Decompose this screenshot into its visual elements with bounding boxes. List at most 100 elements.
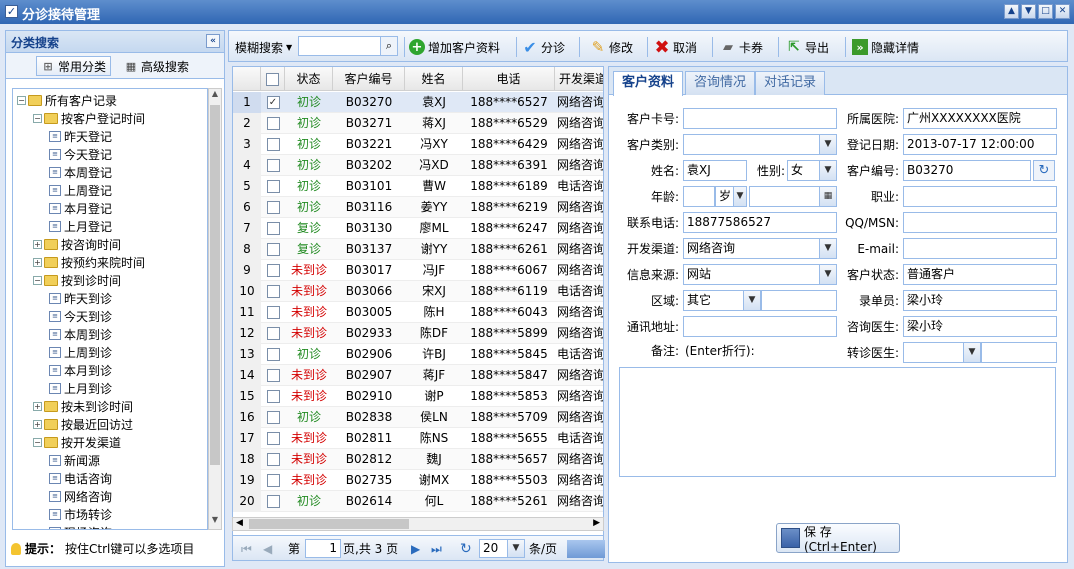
row-checkbox[interactable] bbox=[261, 449, 285, 470]
card-field[interactable] bbox=[683, 108, 837, 129]
row-checkbox[interactable] bbox=[261, 113, 285, 134]
row-checkbox[interactable] bbox=[261, 407, 285, 428]
save-button[interactable]: 保 存(Ctrl+Enter) bbox=[776, 523, 900, 554]
row-checkbox[interactable] bbox=[261, 197, 285, 218]
tree-leaf[interactable]: ≡ 上周登记 bbox=[49, 181, 112, 199]
page-size-select[interactable]: 20 ▼ bbox=[479, 539, 525, 558]
tree-leaf[interactable]: ≡ 上月登记 bbox=[49, 217, 112, 235]
row-checkbox[interactable] bbox=[261, 239, 285, 260]
remark-textarea[interactable] bbox=[619, 367, 1056, 477]
row-checkbox[interactable] bbox=[261, 260, 285, 281]
row-checkbox[interactable] bbox=[261, 386, 285, 407]
scroll-right-icon[interactable]: ▶ bbox=[593, 518, 600, 528]
refresh-icon[interactable]: ↻ bbox=[460, 540, 472, 558]
region-select[interactable]: 其它 ▼ bbox=[683, 290, 761, 311]
tree-folder[interactable]: + 按咨询时间 bbox=[33, 235, 121, 253]
table-row[interactable]: 13 初诊 B02906 许BJ 188****5845 电话咨询 bbox=[233, 344, 603, 365]
edit-button[interactable]: ✎ 修改 bbox=[590, 37, 633, 57]
last-page-icon[interactable]: ⏭ bbox=[431, 540, 442, 558]
hospital-field[interactable]: 广州XXXXXXXX医院 bbox=[903, 108, 1057, 129]
cancel-button[interactable]: ✖ 取消 bbox=[654, 37, 697, 58]
expand-icon[interactable]: + bbox=[33, 239, 42, 249]
customer-number-field[interactable]: B03270 bbox=[903, 160, 1031, 181]
row-checkbox[interactable] bbox=[261, 134, 285, 155]
chevron-down-icon[interactable]: ▼ bbox=[819, 239, 836, 258]
table-row[interactable]: 16 初诊 B02838 侯LN 188****5709 网络咨询 bbox=[233, 407, 603, 428]
chevron-down-icon[interactable]: ▼ bbox=[963, 343, 980, 362]
tree-leaf[interactable]: ≡ 本周登记 bbox=[49, 163, 112, 181]
row-checkbox[interactable] bbox=[261, 470, 285, 491]
tree-leaf[interactable]: ≡ 上月到诊 bbox=[49, 379, 112, 397]
table-row[interactable]: 14 未到诊 B02907 蒋JF 188****5847 网络咨询 bbox=[233, 365, 603, 386]
collapse-panel-button[interactable]: « bbox=[206, 34, 220, 48]
next-page-icon[interactable]: ▶ bbox=[411, 540, 420, 558]
expand-icon[interactable]: + bbox=[33, 401, 42, 411]
tree-leaf[interactable]: ≡ 昨天到诊 bbox=[49, 289, 112, 307]
table-row[interactable]: 15 未到诊 B02910 谢P 188****5853 网络咨询 bbox=[233, 386, 603, 407]
tab-advanced-search[interactable]: ▦ 高级搜索 bbox=[120, 56, 193, 76]
qq-field[interactable] bbox=[903, 212, 1057, 233]
add-customer-button[interactable]: + 增加客户资料 bbox=[409, 37, 500, 57]
table-row[interactable]: 9 未到诊 B03017 冯JF 188****6067 网络咨询 bbox=[233, 260, 603, 281]
table-row[interactable]: 1 ✓ 初诊 B03270 袁XJ 188****6527 网络咨询 bbox=[233, 92, 603, 113]
row-checkbox[interactable] bbox=[261, 302, 285, 323]
scroll-down-icon[interactable]: ▼ bbox=[209, 515, 221, 529]
tree-leaf[interactable]: ≡ 本月登记 bbox=[49, 199, 112, 217]
coupon-button[interactable]: ▰ 卡券 bbox=[720, 37, 763, 57]
calendar-icon[interactable]: ▦ bbox=[819, 187, 836, 206]
table-row[interactable]: 17 未到诊 B02811 陈NS 188****5655 电话咨询 bbox=[233, 428, 603, 449]
table-row[interactable]: 4 初诊 B03202 冯XD 188****6391 网络咨询 bbox=[233, 155, 603, 176]
tab-chat-log[interactable]: 对话记录 bbox=[755, 71, 826, 95]
table-row[interactable]: 7 复诊 B03130 廖ML 188****6247 网络咨询 bbox=[233, 218, 603, 239]
window-up-button[interactable]: ▲ bbox=[1004, 4, 1019, 19]
tree-leaf[interactable]: ≡ 新闻源 bbox=[49, 451, 100, 469]
recorder-field[interactable]: 梁小玲 bbox=[903, 290, 1057, 311]
row-checkbox[interactable] bbox=[261, 155, 285, 176]
window-down-button[interactable]: ▼ bbox=[1021, 4, 1036, 19]
row-checkbox[interactable] bbox=[261, 218, 285, 239]
transfer-extra-field[interactable] bbox=[981, 342, 1057, 363]
col-name[interactable]: 姓名 bbox=[405, 67, 463, 91]
tree-leaf[interactable]: ≡ 昨天登记 bbox=[49, 127, 112, 145]
age-unit-select[interactable]: 岁 ▼ bbox=[715, 186, 747, 207]
tab-consult-status[interactable]: 咨询情况 bbox=[685, 71, 756, 95]
row-checkbox[interactable] bbox=[261, 281, 285, 302]
tree-leaf[interactable]: ≡ 今天登记 bbox=[49, 145, 112, 163]
row-checkbox[interactable] bbox=[261, 323, 285, 344]
table-row[interactable]: 3 初诊 B03221 冯XY 188****6429 网络咨询 bbox=[233, 134, 603, 155]
first-page-icon[interactable]: ⏮ bbox=[241, 540, 252, 558]
grid-scroll-thumb[interactable] bbox=[249, 519, 409, 529]
table-row[interactable]: 5 初诊 B03101 曹W 188****6189 电话咨询 bbox=[233, 176, 603, 197]
job-field[interactable] bbox=[903, 186, 1057, 207]
collapse-icon[interactable]: − bbox=[33, 275, 42, 285]
channel-select[interactable]: 网络咨询 ▼ bbox=[683, 238, 837, 259]
hide-details-button[interactable]: » 隐藏详情 bbox=[852, 37, 919, 57]
table-row[interactable]: 6 初诊 B03116 姜YY 188****6219 网络咨询 bbox=[233, 197, 603, 218]
birthday-field[interactable]: ▦ bbox=[749, 186, 837, 207]
address-field[interactable] bbox=[683, 316, 837, 337]
table-row[interactable]: 19 未到诊 B02735 谢MX 188****5503 网络咨询 bbox=[233, 470, 603, 491]
table-row[interactable]: 11 未到诊 B03005 陈H 188****6043 网络咨询 bbox=[233, 302, 603, 323]
reg-date-field[interactable]: 2013-07-17 12:00:00 bbox=[903, 134, 1057, 155]
status-field[interactable]: 普通客户 bbox=[903, 264, 1057, 285]
tree-leaf[interactable]: ≡现场咨询 bbox=[49, 523, 112, 529]
tree-folder[interactable]: + 按预约来院时间 bbox=[33, 253, 145, 271]
table-row[interactable]: 8 复诊 B03137 谢YY 188****6261 网络咨询 bbox=[233, 239, 603, 260]
expand-icon[interactable]: + bbox=[33, 257, 42, 267]
refresh-icon[interactable]: ↻ bbox=[1033, 160, 1055, 181]
doctor-field[interactable]: 梁小玲 bbox=[903, 316, 1057, 337]
table-row[interactable]: 20 初诊 B02614 何L 188****5261 网络咨询 bbox=[233, 491, 603, 512]
table-row[interactable]: 12 未到诊 B02933 陈DF 188****5899 网络咨询 bbox=[233, 323, 603, 344]
triage-button[interactable]: ✔ 分诊 bbox=[522, 37, 565, 57]
table-row[interactable]: 10 未到诊 B03066 宋XJ 188****6119 电话咨询 bbox=[233, 281, 603, 302]
tree-leaf[interactable]: ≡ 上周到诊 bbox=[49, 343, 112, 361]
search-icon[interactable]: ⌕ bbox=[380, 36, 398, 56]
page-number-input[interactable]: 1 bbox=[305, 539, 341, 558]
tree-leaf[interactable]: ≡ 电话咨询 bbox=[49, 469, 112, 487]
email-field[interactable] bbox=[903, 238, 1057, 259]
grid-horizontal-scrollbar[interactable]: ◀ ▶ bbox=[232, 517, 604, 531]
customer-type-select[interactable]: ▼ bbox=[683, 134, 837, 155]
source-select[interactable]: 网站 ▼ bbox=[683, 264, 837, 285]
select-all-checkbox[interactable] bbox=[261, 67, 285, 91]
tree-folder[interactable]: − 所有客户记录 bbox=[17, 91, 117, 109]
